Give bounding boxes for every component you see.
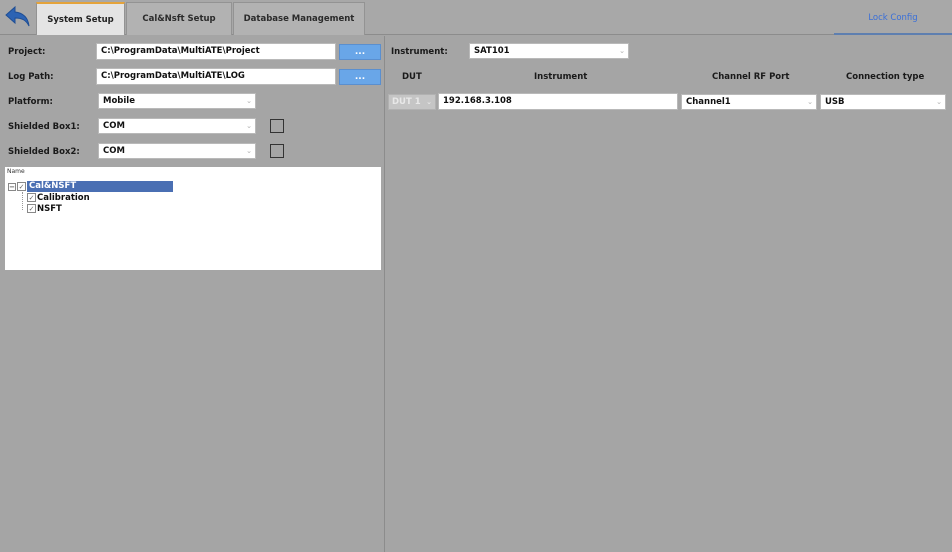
tab-system-setup[interactable]: System Setup — [36, 2, 125, 35]
tree-header: Name — [7, 168, 25, 175]
project-path-field[interactable]: C:\ProgramData\MultiATE\Project — [96, 43, 336, 60]
shielded-box1-select[interactable]: COM ⌄ — [98, 118, 256, 134]
tree-item-cal-nsft[interactable]: − ✓ Cal&NSFT — [8, 181, 173, 192]
tree-item-calibration[interactable]: ✓ Calibration — [27, 192, 90, 203]
checkbox-icon[interactable]: ✓ — [17, 182, 26, 191]
connection-type-select[interactable]: USB ⌄ — [820, 94, 946, 110]
log-path-field[interactable]: C:\ProgramData\MultiATE\LOG — [96, 68, 336, 85]
shielded-box2-select[interactable]: COM ⌄ — [98, 143, 256, 159]
instrument-address-field[interactable]: 192.168.3.108 — [438, 93, 678, 110]
chevron-down-icon: ⌄ — [246, 147, 252, 155]
project-label: Project: — [8, 47, 46, 57]
back-button[interactable] — [2, 2, 34, 32]
connection-value: USB — [825, 97, 845, 107]
instrument-select[interactable]: SAT101 ⌄ — [469, 43, 629, 59]
channel-rf-port-select[interactable]: Channel1 ⌄ — [681, 94, 817, 110]
log-path-browse-button[interactable]: ... — [339, 69, 381, 85]
shielded-box2-value: COM — [103, 146, 125, 156]
lock-config-link[interactable]: Lock Config — [834, 2, 952, 35]
shielded-box2-label: Shielded Box2: — [8, 147, 80, 157]
chevron-down-icon: ⌄ — [246, 97, 252, 105]
platform-select[interactable]: Mobile ⌄ — [98, 93, 256, 109]
back-arrow-icon — [5, 5, 30, 27]
tab-cal-nsft-setup[interactable]: Cal&Nsft Setup — [126, 2, 232, 35]
column-header-connection-type: Connection type — [846, 72, 925, 82]
column-header-instrument: Instrument — [534, 72, 588, 82]
platform-value: Mobile — [103, 96, 135, 106]
left-panel: Project: C:\ProgramData\MultiATE\Project… — [0, 36, 385, 552]
project-browse-button[interactable]: ... — [339, 44, 381, 60]
shielded-box1-label: Shielded Box1: — [8, 122, 80, 132]
shielded-box1-value: COM — [103, 121, 125, 131]
dut-select[interactable]: DUT 1 ⌄ — [388, 94, 436, 110]
shielded-box1-checkbox[interactable] — [270, 119, 284, 133]
chevron-down-icon: ⌄ — [426, 98, 432, 106]
tree-item-label: NSFT — [37, 203, 62, 214]
chevron-down-icon: ⌄ — [619, 47, 625, 55]
channel-value: Channel1 — [686, 97, 731, 107]
instrument-label: Instrument: — [391, 47, 448, 57]
tree-item-nsft[interactable]: ✓ NSFT — [27, 203, 62, 214]
chevron-down-icon: ⌄ — [936, 98, 942, 106]
chevron-down-icon: ⌄ — [246, 122, 252, 130]
platform-label: Platform: — [8, 97, 53, 107]
collapse-icon[interactable]: − — [8, 182, 16, 191]
dut-value: DUT 1 — [392, 97, 421, 107]
test-tree: Name − ✓ Cal&NSFT ✓ Calibration ✓ NSFT — [5, 167, 381, 270]
instrument-value: SAT101 — [474, 46, 510, 56]
chevron-down-icon: ⌄ — [807, 98, 813, 106]
checkbox-icon[interactable]: ✓ — [27, 193, 36, 202]
tree-item-label: Calibration — [37, 192, 90, 203]
log-path-label: Log Path: — [8, 72, 54, 82]
column-header-dut: DUT — [402, 72, 422, 82]
tab-database-management[interactable]: Database Management — [233, 2, 365, 35]
shielded-box2-checkbox[interactable] — [270, 144, 284, 158]
tree-item-label: Cal&NSFT — [27, 181, 173, 192]
checkbox-icon[interactable]: ✓ — [27, 204, 36, 213]
top-bar: System Setup Cal&Nsft Setup Database Man… — [0, 0, 952, 35]
column-header-channel-rf-port: Channel RF Port — [712, 72, 790, 82]
